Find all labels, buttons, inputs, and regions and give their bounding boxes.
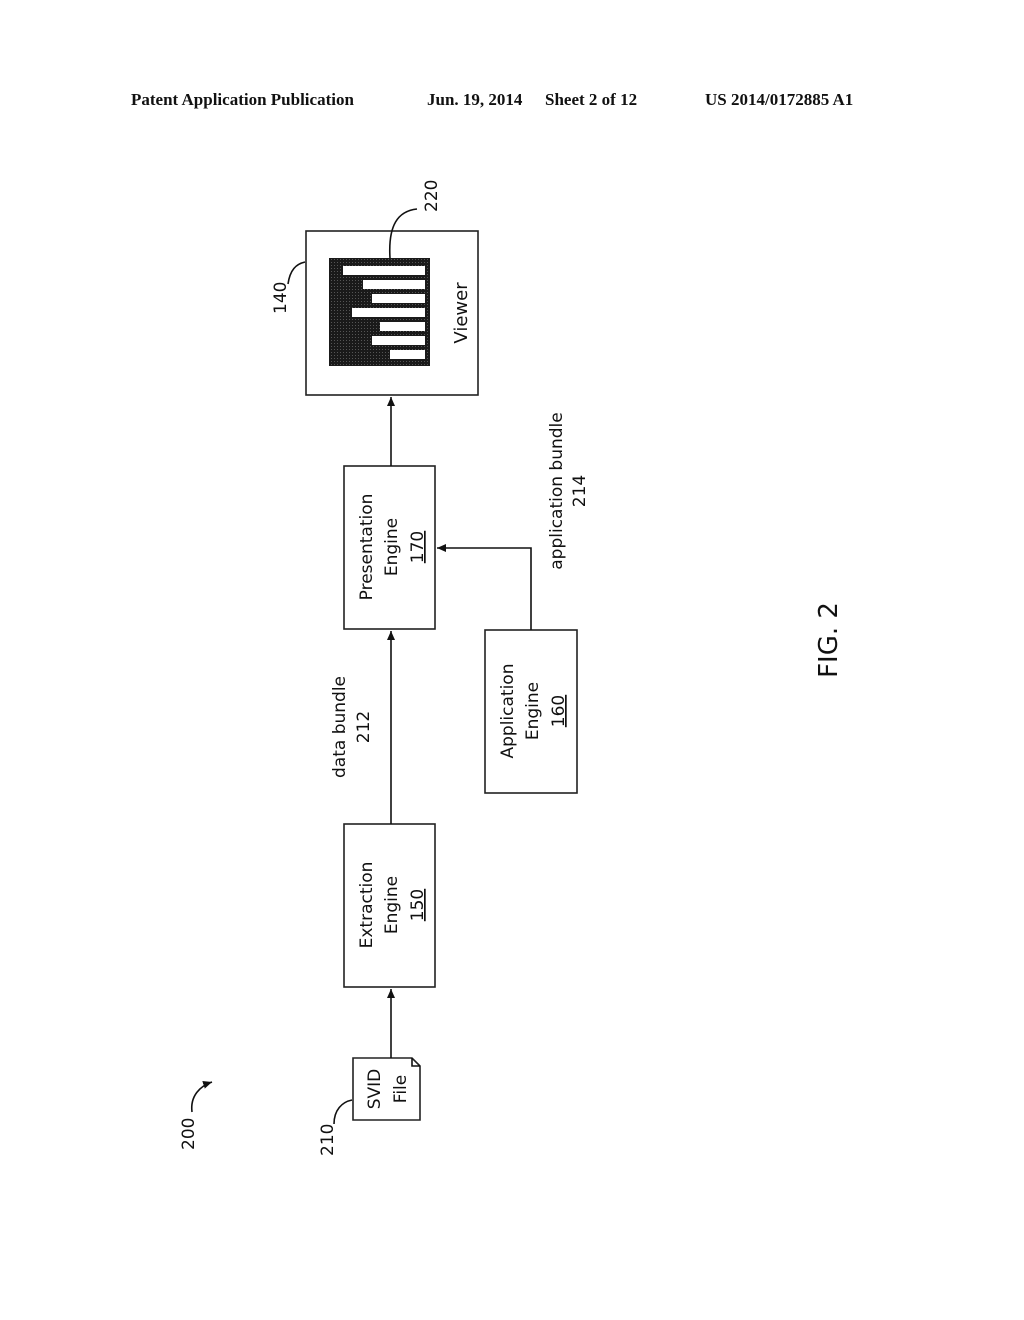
extraction-engine-ref: 150	[408, 889, 428, 921]
ref-200-arrow-icon	[190, 1081, 213, 1113]
application-bundle-arrow	[437, 544, 532, 630]
application-engine-line2: Engine	[523, 682, 543, 740]
application-engine-line1: Application	[498, 664, 518, 759]
extraction-engine-line2: Engine	[382, 876, 402, 934]
svid-file-node: SVID File 210	[318, 1057, 421, 1156]
figure-caption: FIG. 2	[814, 602, 844, 678]
presentation-engine-ref: 170	[408, 531, 428, 563]
application-bundle-ref: 214	[570, 475, 590, 507]
application-engine-ref: 160	[549, 695, 569, 727]
extraction-engine-line1: Extraction	[357, 862, 377, 949]
ref-210-leader	[333, 1099, 353, 1125]
figure-2-diagram: 200 SVID File 210 Extraction Engine 150 …	[179, 180, 844, 1156]
application-engine-node: Application Engine 160	[484, 629, 578, 794]
ref-220-label: 220	[422, 180, 442, 212]
figure-ref-200: 200	[179, 1081, 213, 1150]
presentation-engine-node: Presentation Engine 170	[343, 465, 436, 630]
svid-file-line1: SVID	[365, 1069, 385, 1110]
extraction-engine-node: Extraction Engine 150	[343, 823, 436, 988]
viewer-node: Viewer 140 220	[271, 180, 479, 396]
ref-140-label: 140	[271, 282, 291, 314]
presentation-engine-line1: Presentation	[357, 494, 377, 601]
application-bundle-label: application bundle	[547, 412, 567, 570]
ref-210-label: 210	[318, 1124, 338, 1156]
presentation-engine-line2: Engine	[382, 518, 402, 576]
data-bundle-ref: 212	[354, 711, 374, 743]
viewer-label: Viewer	[451, 282, 472, 344]
ref-200-label: 200	[179, 1118, 199, 1150]
ref-140-leader	[287, 261, 306, 285]
svid-file-line2: File	[391, 1075, 411, 1103]
data-bundle-label: data bundle	[330, 676, 350, 778]
